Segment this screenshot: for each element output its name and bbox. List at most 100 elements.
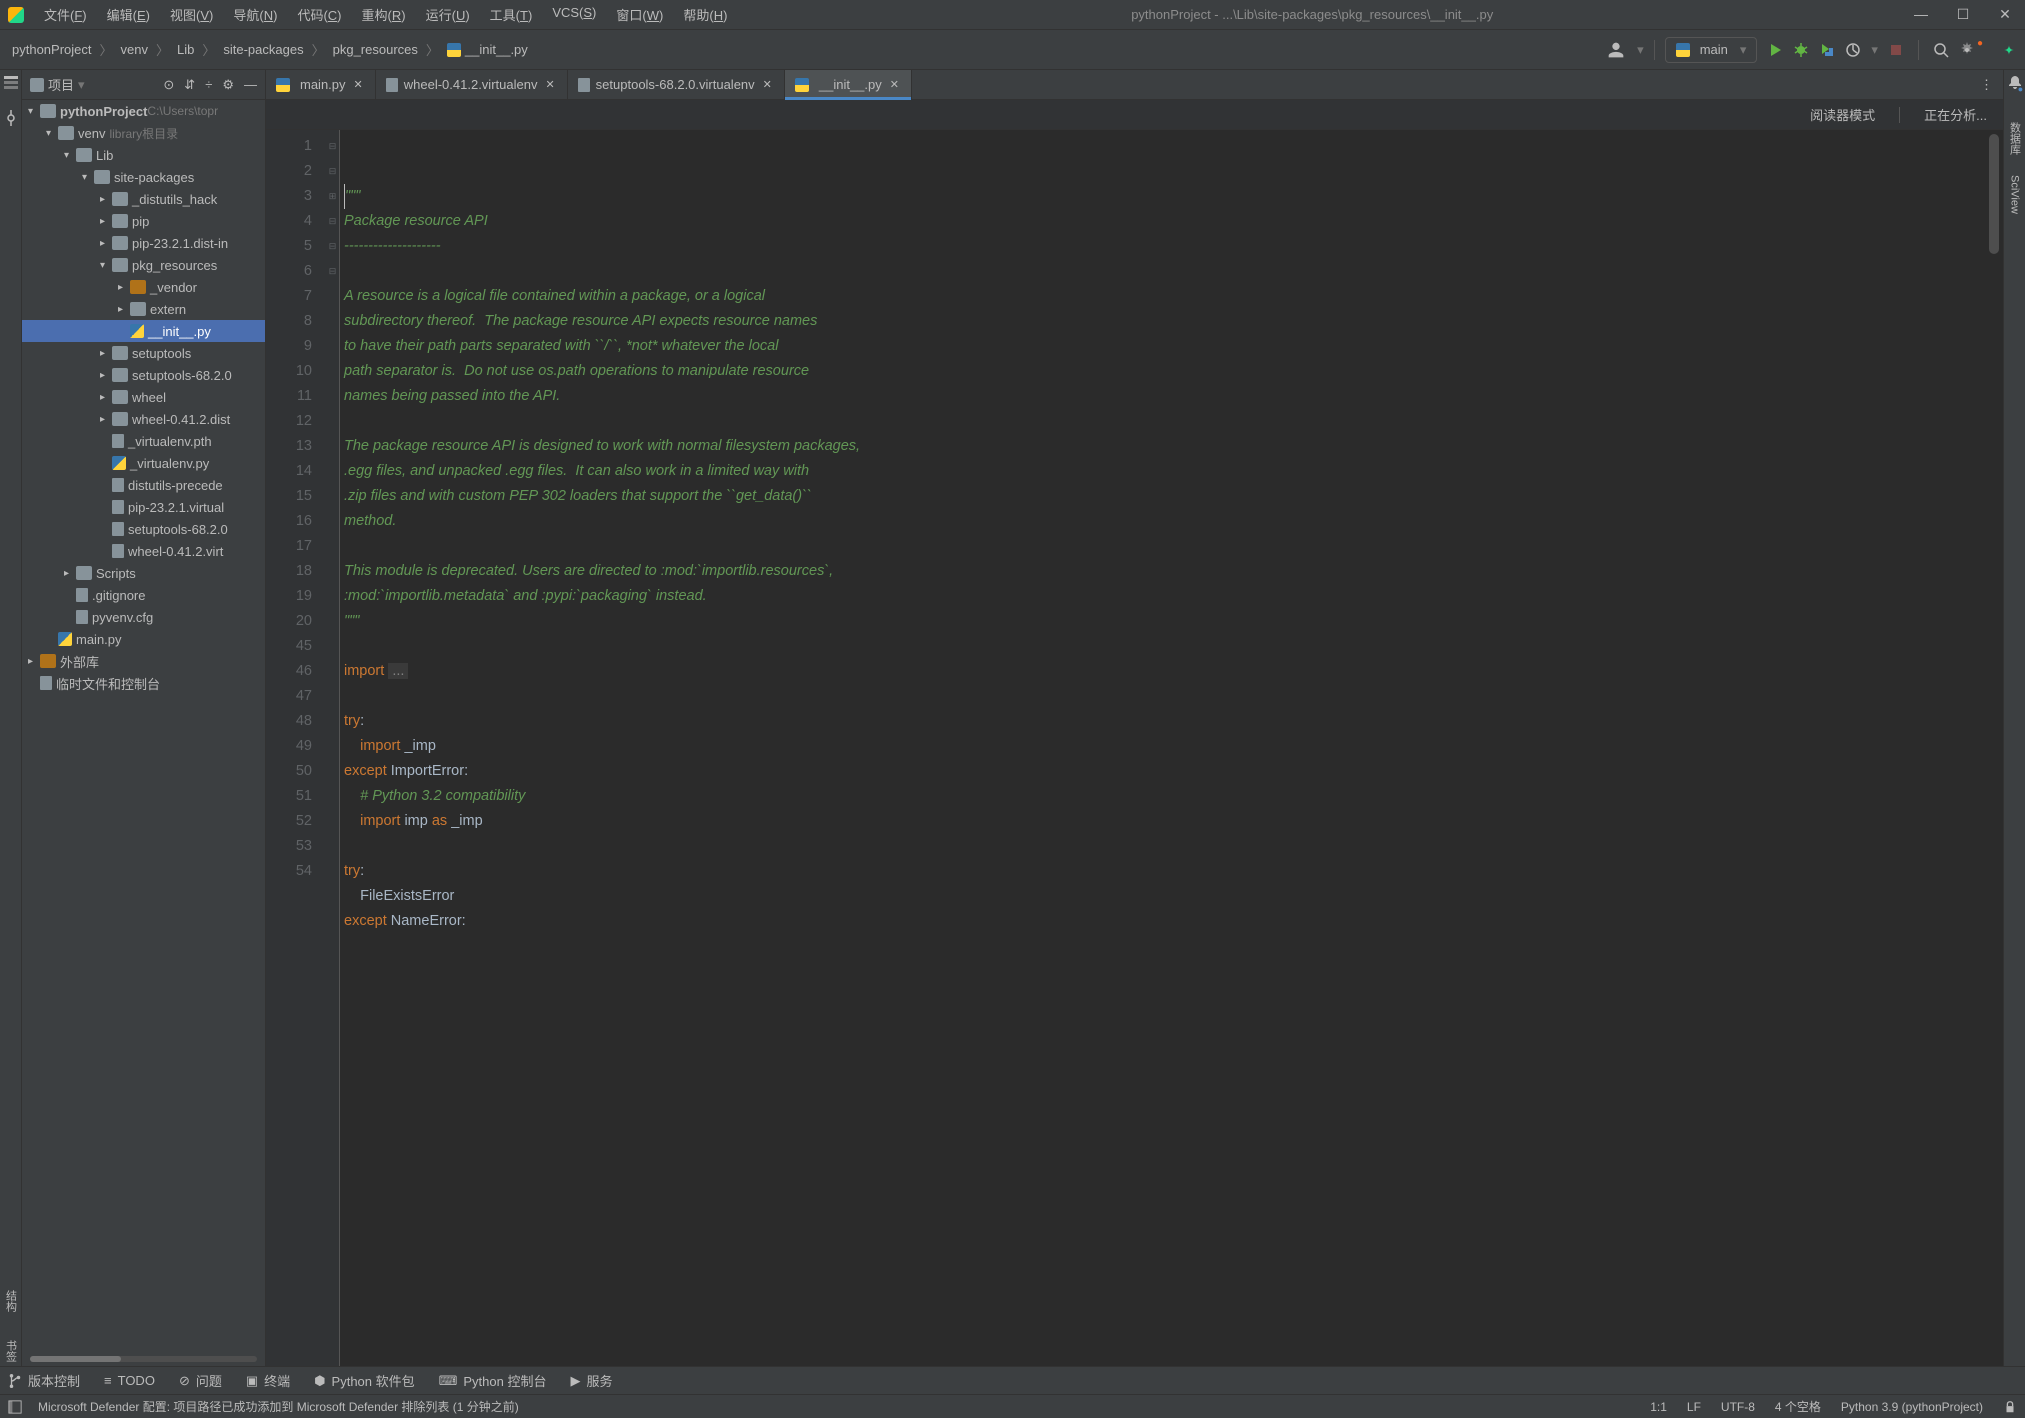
close-tab-icon[interactable]: ✕: [761, 78, 774, 91]
commit-tool-icon[interactable]: [3, 110, 19, 126]
editor-scrollbar[interactable]: [1989, 134, 1999, 254]
collapse-all-icon[interactable]: ÷: [205, 77, 212, 93]
tree-node[interactable]: setuptools-68.2.0: [22, 518, 265, 540]
select-opened-file-icon[interactable]: ⊙: [163, 77, 174, 93]
tree-node[interactable]: .gitignore: [22, 584, 265, 606]
menu-帮助[interactable]: 帮助(H): [675, 3, 735, 26]
settings-button[interactable]: [1959, 42, 1975, 58]
debug-button[interactable]: [1793, 42, 1809, 58]
breadcrumb-item[interactable]: pkg_resources: [329, 40, 422, 59]
tree-node[interactable]: __init__.py: [22, 320, 265, 342]
editor-tab[interactable]: main.py✕: [266, 70, 376, 99]
panel-settings-icon[interactable]: ⚙: [222, 77, 234, 93]
menu-导航[interactable]: 导航(N): [225, 3, 285, 26]
tree-node[interactable]: ▸_distutils_hack: [22, 188, 265, 210]
tree-node[interactable]: ▾pythonProject C:\Users\topr: [22, 100, 265, 122]
project-tool-icon[interactable]: [3, 74, 19, 90]
tree-node[interactable]: ▾Lib: [22, 144, 265, 166]
tree-node[interactable]: wheel-0.41.2.virt: [22, 540, 265, 562]
editor-tab[interactable]: setuptools-68.2.0.virtualenv✕: [568, 70, 785, 99]
cursor-position[interactable]: 1:1: [1650, 1400, 1667, 1414]
close-button[interactable]: ✕: [1993, 6, 2017, 23]
tree-node[interactable]: ▸setuptools-68.2.0: [22, 364, 265, 386]
tree-node[interactable]: _virtualenv.py: [22, 452, 265, 474]
breadcrumb-item[interactable]: Lib: [173, 40, 198, 59]
tree-node[interactable]: ▾pkg_resources: [22, 254, 265, 276]
menu-VCS[interactable]: VCS(S): [544, 3, 604, 26]
close-tab-icon[interactable]: ✕: [543, 78, 556, 91]
todo-tool-button[interactable]: ≡TODO: [104, 1373, 155, 1388]
python-console-tool-button[interactable]: ⌨Python 控制台: [439, 1371, 547, 1390]
database-tool-button[interactable]: 数据库: [2007, 116, 2023, 161]
tree-node[interactable]: pip-23.2.1.virtual: [22, 496, 265, 518]
vcs-tool-button[interactable]: 版本控制: [8, 1371, 80, 1390]
tree-node[interactable]: ▸pip: [22, 210, 265, 232]
code-editor[interactable]: """Package resource API-----------------…: [340, 130, 2003, 1366]
tree-node[interactable]: ▸wheel: [22, 386, 265, 408]
tree-node[interactable]: ▸_vendor: [22, 276, 265, 298]
problems-tool-button[interactable]: ⊘问题: [179, 1371, 222, 1390]
tree-node[interactable]: pyvenv.cfg: [22, 606, 265, 628]
line-separator[interactable]: LF: [1687, 1400, 1701, 1414]
reader-mode-button[interactable]: 阅读器模式: [1806, 105, 1879, 124]
stop-button[interactable]: [1888, 42, 1904, 58]
code-with-me-icon[interactable]: [1605, 39, 1627, 61]
bookmarks-tool-button[interactable]: 书签: [3, 1336, 19, 1366]
fold-gutter[interactable]: ⊟⊟⊞⊟⊟⊟: [326, 130, 340, 1366]
menu-运行[interactable]: 运行(U): [418, 3, 478, 26]
maximize-button[interactable]: ☐: [1951, 6, 1975, 23]
run-button[interactable]: [1767, 42, 1783, 58]
tree-label: extern: [150, 302, 186, 317]
lock-icon[interactable]: [2003, 1400, 2017, 1414]
tree-node[interactable]: ▸pip-23.2.1.dist-in: [22, 232, 265, 254]
line-number-gutter[interactable]: 1234567891011121314151617181920454647484…: [266, 130, 326, 1366]
breadcrumb-item[interactable]: pythonProject: [8, 40, 96, 59]
ai-assistant-button[interactable]: [2001, 42, 2017, 58]
tree-node[interactable]: ▸外部库: [22, 650, 265, 672]
run-with-coverage-button[interactable]: [1819, 42, 1835, 58]
tool-windows-icon[interactable]: [8, 1400, 22, 1414]
run-configuration-selector[interactable]: main ▾: [1665, 37, 1758, 63]
tree-horizontal-scrollbar[interactable]: [30, 1356, 257, 1362]
tree-node[interactable]: ▾site-packages: [22, 166, 265, 188]
tree-node[interactable]: ▸Scripts: [22, 562, 265, 584]
menu-重构[interactable]: 重构(R): [354, 3, 414, 26]
hide-panel-icon[interactable]: —: [244, 77, 257, 93]
tree-node[interactable]: ▸wheel-0.41.2.dist: [22, 408, 265, 430]
breadcrumb-item[interactable]: __init__.py: [443, 40, 532, 60]
minimize-button[interactable]: —: [1909, 6, 1933, 23]
file-encoding[interactable]: UTF-8: [1721, 1400, 1755, 1414]
search-everywhere-button[interactable]: [1933, 42, 1949, 58]
sciview-tool-button[interactable]: SciView: [2009, 169, 2021, 220]
menu-代码[interactable]: 代码(C): [289, 3, 349, 26]
structure-tool-button[interactable]: 结构: [3, 1286, 19, 1316]
breadcrumb-item[interactable]: venv: [117, 40, 152, 59]
menu-编辑[interactable]: 编辑(E): [99, 3, 158, 26]
python-interpreter[interactable]: Python 3.9 (pythonProject): [1841, 1400, 1983, 1414]
close-tab-icon[interactable]: ✕: [352, 78, 365, 91]
project-tree[interactable]: ▾pythonProject C:\Users\topr▾venv librar…: [22, 100, 265, 1352]
tree-node[interactable]: distutils-precede: [22, 474, 265, 496]
tree-node[interactable]: ▸setuptools: [22, 342, 265, 364]
tree-node[interactable]: ▾venv library根目录: [22, 122, 265, 144]
right-tool-stripe: ● 数据库 SciView: [2003, 70, 2025, 1366]
menu-工具[interactable]: 工具(T): [482, 3, 541, 26]
editor-tab[interactable]: wheel-0.41.2.virtualenv✕: [376, 70, 568, 99]
menu-窗口[interactable]: 窗口(W): [608, 3, 671, 26]
breadcrumb-item[interactable]: site-packages: [219, 40, 307, 59]
python-packages-tool-button[interactable]: ⬢Python 软件包: [314, 1371, 414, 1390]
expand-all-icon[interactable]: ⇵: [184, 77, 195, 93]
tree-node[interactable]: main.py: [22, 628, 265, 650]
menu-视图[interactable]: 视图(V): [162, 3, 221, 26]
services-tool-button[interactable]: ▶服务: [570, 1371, 612, 1390]
tree-node[interactable]: _virtualenv.pth: [22, 430, 265, 452]
tabs-more-icon[interactable]: ⋮: [1970, 70, 2003, 99]
close-tab-icon[interactable]: ✕: [888, 78, 901, 91]
tree-node[interactable]: 临时文件和控制台: [22, 672, 265, 694]
indent-settings[interactable]: 4 个空格: [1775, 1398, 1821, 1415]
terminal-tool-button[interactable]: ▣终端: [246, 1371, 290, 1390]
profile-button[interactable]: [1845, 42, 1861, 58]
tree-node[interactable]: ▸extern: [22, 298, 265, 320]
editor-tab[interactable]: __init__.py✕: [785, 70, 912, 99]
menu-文件[interactable]: 文件(F): [36, 3, 95, 26]
